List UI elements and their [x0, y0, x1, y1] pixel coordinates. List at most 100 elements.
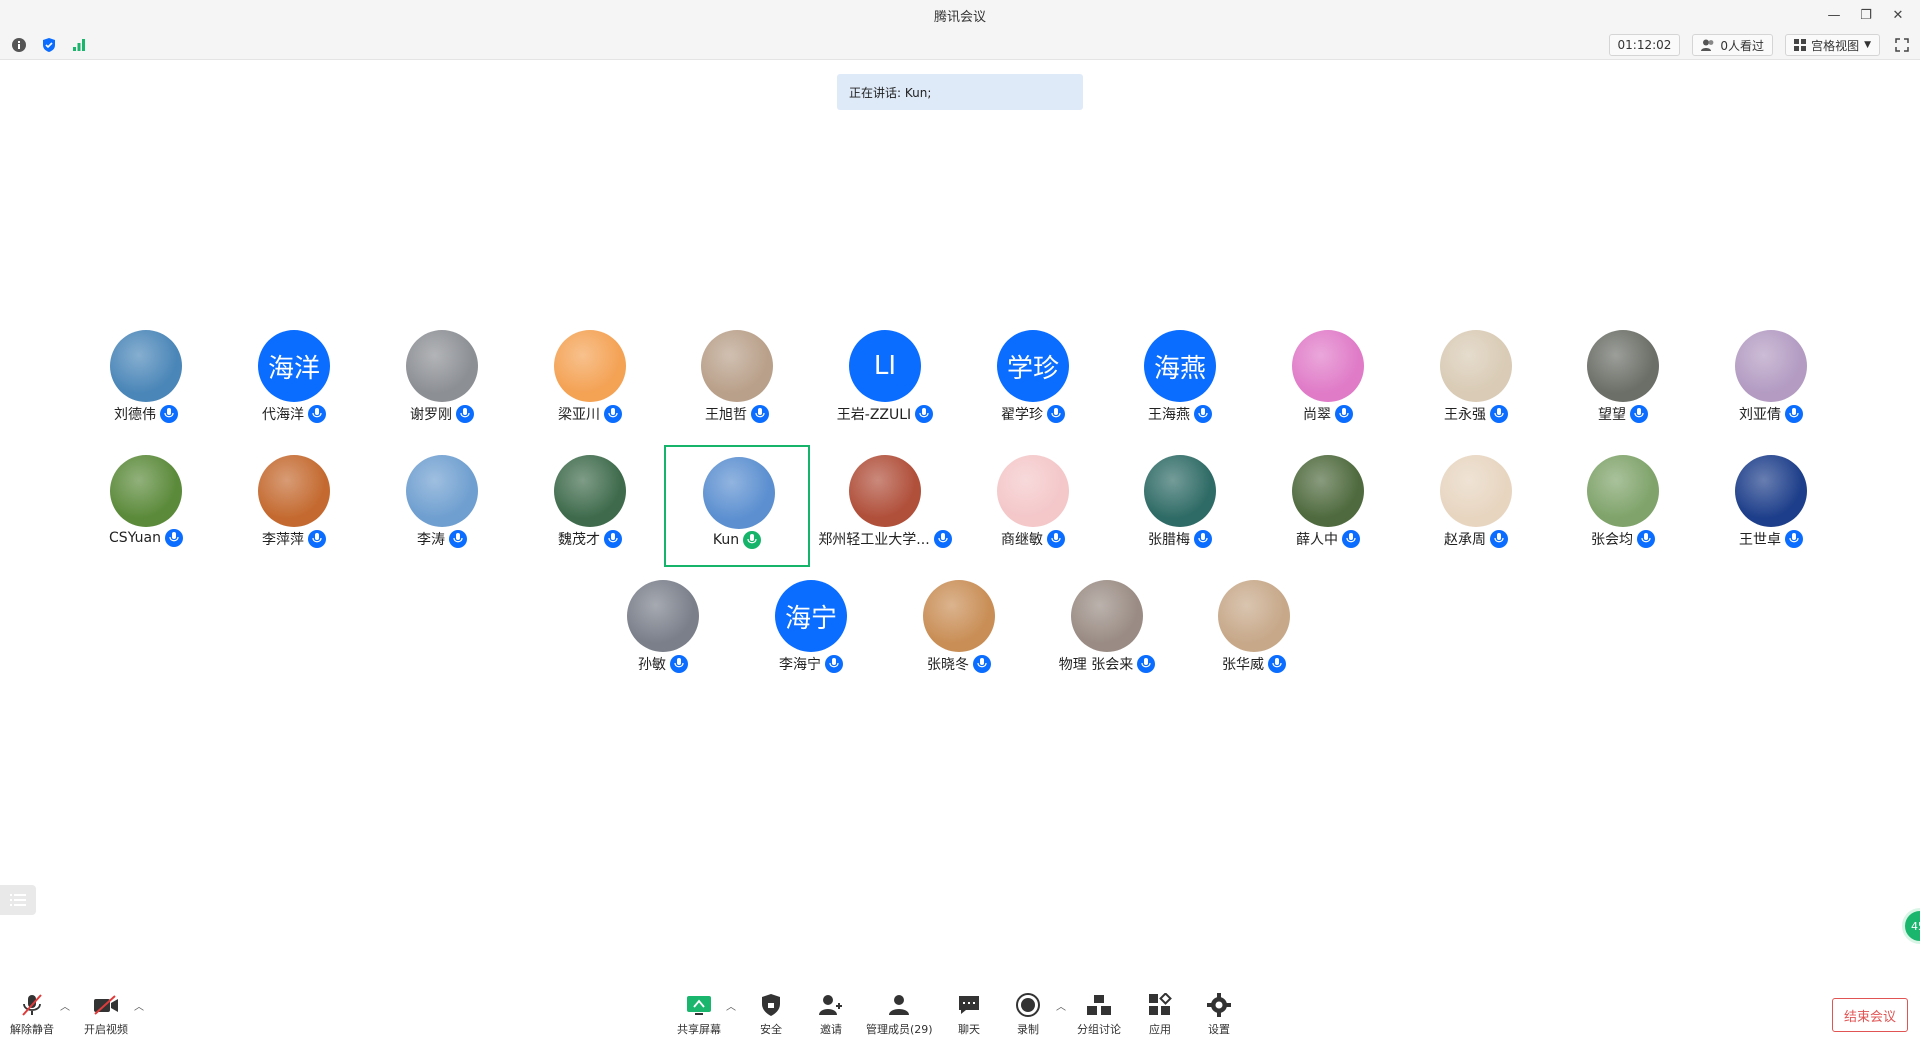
participant-name: 王旭哲: [705, 407, 747, 423]
avatar: 海燕: [1144, 330, 1216, 402]
participant-name: 刘德伟: [114, 407, 156, 423]
invite-button[interactable]: 邀请: [818, 992, 844, 1037]
mic-status-icon: [1630, 405, 1648, 423]
mic-status-icon: [1637, 530, 1655, 548]
participant-tile[interactable]: 李涛: [369, 445, 515, 567]
mic-status-icon: [743, 531, 762, 549]
list-toggle-button[interactable]: [0, 885, 36, 915]
participant-tile[interactable]: 张华威: [1181, 570, 1327, 692]
participant-tile[interactable]: 学珍 翟学珍: [960, 320, 1106, 442]
avatar: [1587, 330, 1659, 402]
mic-status-icon: [604, 530, 622, 548]
participant-tile[interactable]: 刘亚倩: [1698, 320, 1844, 442]
participant-tile[interactable]: CSYuan: [73, 445, 219, 567]
participant-tile[interactable]: Kun: [664, 445, 810, 567]
members-icon: [886, 992, 912, 1018]
participant-tile[interactable]: 物理 张会来: [1034, 570, 1180, 692]
participant-name-row: 梁亚川: [517, 404, 663, 424]
settings-button[interactable]: 设置: [1206, 992, 1232, 1037]
participant-name-row: 张会均: [1550, 529, 1696, 549]
participant-tile[interactable]: 赵承周: [1403, 445, 1549, 567]
participant-name-row: 郑州轻工业大学...: [812, 529, 958, 549]
participant-name: 代海洋: [262, 407, 304, 423]
mic-status-icon: [973, 655, 991, 673]
participant-tile[interactable]: 谢罗刚: [369, 320, 515, 442]
avatar: [554, 455, 626, 527]
participant-tile[interactable]: 张腊梅: [1107, 445, 1253, 567]
apps-button[interactable]: 应用: [1147, 992, 1173, 1037]
mic-status-icon: [1137, 655, 1156, 673]
participant-tile[interactable]: 王旭哲: [664, 320, 810, 442]
video-options-caret[interactable]: ︿: [134, 998, 144, 1013]
participant-tile[interactable]: 薛人中: [1255, 445, 1401, 567]
avatar: [554, 330, 626, 402]
participant-tile[interactable]: 商继敏: [960, 445, 1106, 567]
participant-name-row: Kun: [666, 531, 808, 549]
participant-name: 梁亚川: [558, 407, 600, 423]
manage-members-button[interactable]: 管理成员(29): [866, 992, 933, 1037]
participant-tile[interactable]: 魏茂才: [517, 445, 663, 567]
avatar: [923, 580, 995, 652]
participant-name: 李海宁: [779, 657, 821, 673]
breakout-label: 分组讨论: [1077, 1023, 1121, 1036]
participant-name: 尚翠: [1303, 407, 1331, 423]
participant-name: 张腊梅: [1148, 532, 1190, 548]
participant-tile[interactable]: 海洋代海洋: [221, 320, 367, 442]
mic-status-icon: [308, 530, 326, 548]
avatar: 海宁: [775, 580, 847, 652]
share-screen-icon: [686, 992, 712, 1018]
start-video-button[interactable]: 开启视频: [84, 992, 128, 1037]
participant-name: 王海燕: [1148, 407, 1190, 423]
avatar: [997, 455, 1069, 527]
participant-name: 谢罗刚: [410, 407, 452, 423]
participant-tile[interactable]: 张会均: [1550, 445, 1696, 567]
participant-tile[interactable]: 郑州轻工业大学...: [812, 445, 958, 567]
participant-tile[interactable]: 孙敏: [590, 570, 736, 692]
participant-tile[interactable]: 李萍萍: [221, 445, 367, 567]
chat-button[interactable]: 聊天: [956, 992, 982, 1037]
participant-name-row: 王岩-ZZULI: [812, 404, 958, 424]
audio-options-caret[interactable]: ︿: [60, 998, 70, 1013]
mic-status-icon: [1194, 405, 1212, 423]
record-button[interactable]: 录制: [1015, 992, 1041, 1037]
participant-tile[interactable]: 望望: [1550, 320, 1696, 442]
participant-tile[interactable]: 海燕王海燕: [1107, 320, 1253, 442]
participant-tile[interactable]: 王永强: [1403, 320, 1549, 442]
mic-status-icon: [308, 405, 326, 423]
participant-name: 商继敏: [1001, 532, 1043, 548]
participant-name-row: 代海洋: [221, 404, 367, 424]
avatar: [703, 457, 775, 529]
participant-tile[interactable]: 王世卓: [1698, 445, 1844, 567]
mic-status-icon: [1785, 530, 1803, 548]
participant-name-row: 王永强: [1403, 404, 1549, 424]
avatar: [258, 455, 330, 527]
avatar: [406, 330, 478, 402]
participant-tile[interactable]: LI 王岩-ZZULI: [812, 320, 958, 442]
share-screen-button[interactable]: 共享屏幕: [677, 992, 721, 1037]
breakout-button[interactable]: 分组讨论: [1077, 992, 1121, 1037]
record-options-caret[interactable]: ︿: [1056, 998, 1066, 1013]
avatar: [1735, 455, 1807, 527]
unmute-button[interactable]: 解除静音: [10, 992, 54, 1037]
participant-tile[interactable]: 海宁李海宁: [738, 570, 884, 692]
participant-name-row: 物理 张会来: [1034, 654, 1180, 674]
end-meeting-button[interactable]: 结束会议: [1832, 998, 1908, 1032]
participant-tile[interactable]: 张晓冬: [886, 570, 1032, 692]
avatar: 海洋: [258, 330, 330, 402]
share-options-caret[interactable]: ︿: [726, 998, 736, 1013]
chat-icon: [956, 992, 982, 1018]
participant-name-row: 赵承周: [1403, 529, 1549, 549]
participant-name: 刘亚倩: [1739, 407, 1781, 423]
invite-label: 邀请: [820, 1023, 842, 1036]
mic-status-icon: [1342, 530, 1360, 548]
mic-status-icon: [164, 529, 183, 547]
participant-name: 薛人中: [1296, 532, 1338, 548]
participant-tile[interactable]: 尚翠: [1255, 320, 1401, 442]
security-button[interactable]: 安全: [758, 992, 784, 1037]
mic-status-icon: [1490, 530, 1508, 548]
participant-tile[interactable]: 刘德伟: [73, 320, 219, 442]
record-icon: [1015, 992, 1041, 1018]
apps-icon: [1147, 992, 1173, 1018]
chat-label: 聊天: [958, 1023, 980, 1036]
participant-tile[interactable]: 梁亚川: [517, 320, 663, 442]
